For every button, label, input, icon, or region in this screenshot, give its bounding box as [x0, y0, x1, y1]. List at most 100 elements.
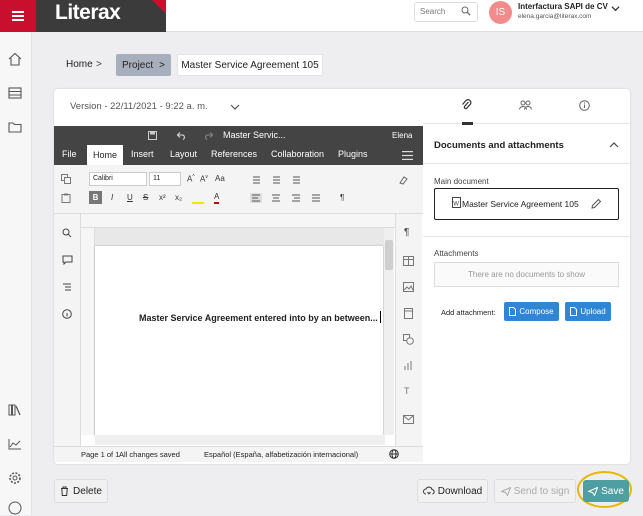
send-to-sign-button[interactable]: Send to sign	[494, 479, 576, 503]
superscript-icon[interactable]: x²	[159, 193, 166, 202]
navigation-icon[interactable]	[62, 282, 72, 292]
image-settings-icon[interactable]	[403, 282, 414, 292]
folder-icon[interactable]	[7, 119, 23, 135]
save-label: Save	[601, 485, 624, 497]
compose-button[interactable]: Compose	[504, 302, 559, 321]
font-name-select[interactable]: Calibri	[89, 172, 147, 186]
list-icon[interactable]	[7, 85, 23, 101]
divider	[423, 163, 630, 164]
breadcrumb-document: Master Service Agreement 105	[177, 54, 323, 76]
eraser-icon[interactable]	[398, 175, 408, 185]
underline-icon[interactable]: U	[127, 193, 133, 202]
tab-home[interactable]: Home	[87, 145, 123, 165]
tab-layout[interactable]: Layout	[170, 149, 197, 159]
upload-button[interactable]: Upload	[565, 302, 611, 321]
info-icon[interactable]	[579, 100, 590, 111]
gear-icon[interactable]	[7, 470, 23, 486]
send-icon	[500, 486, 511, 496]
paperclip-icon[interactable]	[461, 99, 472, 111]
avatar[interactable]: IS	[489, 1, 512, 24]
download-button[interactable]: Download	[417, 479, 488, 503]
subscript-icon[interactable]: x₂	[175, 193, 182, 202]
text-art-icon[interactable]: T	[404, 386, 410, 396]
menu-icon[interactable]	[402, 151, 413, 160]
hamburger-icon	[12, 11, 24, 21]
table-settings-icon[interactable]	[403, 256, 414, 266]
save-button[interactable]: Save	[583, 480, 629, 502]
document-body-text[interactable]: Master Service Agreement entered into by…	[139, 313, 378, 323]
copy-icon[interactable]	[61, 174, 71, 184]
italic-icon[interactable]: I	[111, 193, 113, 202]
tab-collaboration[interactable]: Collaboration	[271, 149, 324, 159]
mail-merge-icon[interactable]	[403, 415, 414, 424]
font-size-select[interactable]: 11	[149, 172, 181, 186]
list-format-icons[interactable]	[250, 175, 310, 185]
chart-icon[interactable]	[7, 436, 23, 452]
breadcrumb-home[interactable]: Home	[66, 59, 93, 70]
document-icon	[570, 307, 578, 316]
hamburger-menu-button[interactable]	[0, 0, 36, 32]
active-tab-indicator	[462, 122, 473, 125]
vertical-scrollbar[interactable]	[384, 228, 394, 435]
account-name[interactable]: Interfactura SAPI de CV	[518, 2, 608, 11]
change-case-icon[interactable]: Aa	[215, 174, 225, 183]
word-doc-icon: W	[452, 197, 461, 208]
shrink-font-icon[interactable]: Av	[200, 174, 208, 184]
home-icon[interactable]	[7, 51, 23, 67]
panel-heading: Documents and attachments	[434, 140, 564, 151]
status-language[interactable]: Español (España, alfabetización internac…	[204, 450, 358, 459]
horizontal-ruler[interactable]	[81, 214, 395, 228]
tab-references[interactable]: References	[211, 149, 257, 159]
chevron-up-icon[interactable]	[609, 141, 619, 149]
paragraph-settings-icon[interactable]: ¶	[404, 227, 409, 238]
delete-label: Delete	[73, 485, 102, 497]
help-icon[interactable]	[7, 500, 23, 516]
tab-file[interactable]: File	[62, 149, 77, 159]
add-attachment-label: Add attachment:	[441, 308, 496, 317]
editor-doc-title: Master Servic...	[223, 130, 286, 140]
redo-icon[interactable]	[204, 131, 214, 140]
breadcrumb-separator: >	[96, 59, 102, 70]
paragraph-mark-icon[interactable]: ¶	[340, 193, 344, 202]
pencil-icon[interactable]	[590, 198, 602, 210]
text-cursor	[380, 311, 381, 323]
users-icon[interactable]	[519, 100, 532, 110]
breadcrumb-project[interactable]: Project >	[116, 54, 171, 76]
divider	[423, 236, 630, 237]
strikethrough-icon[interactable]: S	[143, 193, 148, 202]
horizontal-scrollbar[interactable]	[95, 435, 385, 445]
chart-settings-icon[interactable]	[403, 360, 414, 371]
breadcrumb-separator: >	[159, 59, 165, 71]
search-icon[interactable]	[62, 228, 72, 238]
align-icons[interactable]	[250, 193, 330, 203]
globe-icon[interactable]	[389, 449, 399, 459]
highlight-icon[interactable]	[192, 192, 204, 204]
font-color-icon[interactable]: A	[214, 192, 220, 204]
grow-font-icon[interactable]: A^	[187, 174, 195, 184]
tab-plugins[interactable]: Plugins	[338, 149, 368, 159]
attachments-label: Attachments	[434, 249, 479, 258]
version-selector[interactable]: Version - 22/11/2021 - 9:22 a. m.	[70, 101, 208, 112]
document-page[interactable]	[95, 246, 383, 436]
editor-right-rail	[395, 214, 422, 446]
chevron-down-icon[interactable]	[230, 103, 240, 111]
cloud-download-icon	[422, 486, 435, 495]
undo-icon[interactable]	[176, 131, 186, 140]
paste-icon[interactable]	[61, 193, 71, 203]
info-icon[interactable]	[62, 309, 72, 319]
editor-left-rail	[54, 214, 81, 446]
chevron-down-icon[interactable]	[611, 4, 620, 13]
save-icon[interactable]	[148, 131, 157, 140]
brand-logo: Literax	[55, 1, 121, 24]
bold-icon[interactable]: B	[89, 191, 102, 204]
library-icon[interactable]	[7, 402, 23, 418]
send-icon	[588, 486, 599, 496]
editor-user: Elena	[392, 131, 413, 140]
compose-label: Compose	[519, 307, 554, 316]
shape-settings-icon[interactable]	[403, 334, 414, 345]
comment-icon[interactable]	[62, 255, 73, 265]
header-footer-icon[interactable]	[404, 308, 413, 319]
search-icon[interactable]	[461, 6, 471, 16]
delete-button[interactable]: Delete	[54, 479, 108, 503]
tab-insert[interactable]: Insert	[131, 149, 154, 159]
